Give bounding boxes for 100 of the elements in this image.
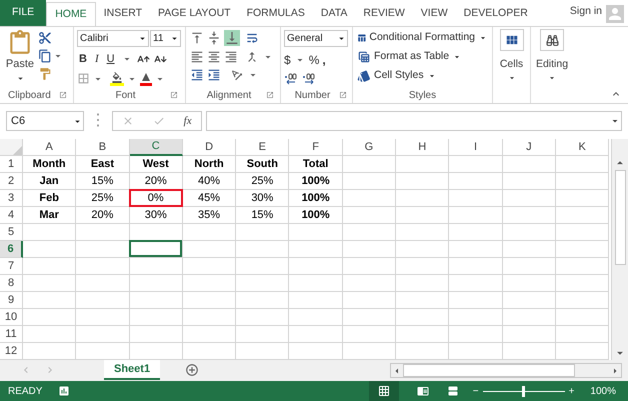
underline-button[interactable]: U: [104, 51, 117, 68]
table-cell: 25%: [76, 190, 130, 207]
table-cell: [396, 326, 450, 343]
ribbon-tab[interactable]: INSERT: [96, 2, 150, 26]
increase-decimal-icon[interactable]: [284, 73, 298, 85]
column-header[interactable]: G: [342, 139, 396, 156]
row-header[interactable]: 11: [0, 326, 23, 343]
table-cell: 100%: [289, 207, 343, 224]
table-cell: [449, 173, 503, 190]
decrease-decimal-icon[interactable]: [302, 73, 316, 85]
row-header[interactable]: 2: [0, 173, 23, 190]
column-header[interactable]: F: [289, 139, 343, 156]
macro-recording-icon[interactable]: [58, 385, 70, 397]
ribbon-tab[interactable]: DEVELOPER: [456, 2, 536, 26]
align-bottom-icon[interactable]: [224, 30, 240, 46]
row-header[interactable]: 3: [0, 190, 23, 207]
align-top-icon[interactable]: [190, 31, 204, 45]
percent-button[interactable]: %: [308, 51, 320, 69]
vertical-scrollbar[interactable]: [611, 139, 628, 360]
scrollbar-thumb[interactable]: [614, 170, 626, 265]
row-header[interactable]: 4: [0, 207, 23, 224]
ribbon-tab[interactable]: FORMULAS: [238, 2, 313, 26]
dialog-launcher-icon[interactable]: [338, 91, 347, 99]
increase-indent-icon[interactable]: [207, 68, 221, 82]
row-header[interactable]: 12: [0, 343, 23, 360]
align-middle-icon[interactable]: [207, 31, 221, 45]
fill-color-icon[interactable]: [110, 72, 124, 86]
row-header[interactable]: 8: [0, 275, 23, 292]
row-header[interactable]: 7: [0, 258, 23, 275]
table-cell: [236, 292, 290, 309]
ribbon-tab[interactable]: HOME: [46, 2, 96, 26]
italic-button[interactable]: I: [92, 51, 101, 68]
table-cell: [502, 241, 556, 258]
row-header[interactable]: 9: [0, 292, 23, 309]
table-cell: [342, 326, 396, 343]
column-header[interactable]: E: [236, 139, 290, 156]
cells-button[interactable]: Cells: [493, 27, 531, 103]
dialog-launcher-icon[interactable]: [59, 91, 67, 99]
row-header[interactable]: 1: [0, 156, 23, 173]
normal-view-icon[interactable]: [378, 385, 390, 397]
zoom-slider-thumb[interactable]: [522, 386, 526, 396]
cell-styles-button[interactable]: Cell Styles: [357, 67, 488, 84]
horizontal-scrollbar-thumb[interactable]: [403, 364, 575, 377]
horizontal-scrollbar[interactable]: [390, 363, 622, 378]
ribbon-tab[interactable]: VIEW: [412, 2, 456, 26]
table-cell: North: [182, 156, 236, 173]
column-header[interactable]: I: [449, 139, 503, 156]
column-header[interactable]: H: [396, 139, 450, 156]
table-cell: 0%: [130, 190, 183, 207]
ribbon-tab[interactable]: PAGE LAYOUT: [150, 2, 239, 26]
column-header[interactable]: A: [23, 139, 76, 156]
row-header[interactable]: 6: [0, 241, 23, 258]
table-cell: [76, 292, 130, 309]
zoom-in-button[interactable]: +: [568, 384, 574, 398]
table-cell: [182, 258, 236, 275]
font-size-field[interactable]: 11: [150, 30, 181, 47]
column-header[interactable]: K: [556, 139, 610, 156]
zoom-level[interactable]: 100%: [590, 384, 616, 398]
column-header[interactable]: C: [130, 139, 183, 156]
paste-button[interactable]: Paste: [2, 30, 38, 87]
orientation-icon[interactable]: [230, 68, 244, 82]
bold-button[interactable]: B: [77, 51, 89, 68]
align-right-icon[interactable]: [224, 50, 238, 64]
dialog-launcher-icon[interactable]: [266, 91, 274, 99]
number-format-field[interactable]: General: [284, 30, 348, 47]
sheet-tab[interactable]: Sheet1: [104, 360, 160, 380]
ribbon-tab[interactable]: REVIEW: [355, 2, 413, 26]
align-left-icon[interactable]: [190, 50, 204, 64]
add-sheet-icon[interactable]: [185, 363, 200, 377]
align-center-icon[interactable]: [207, 50, 221, 64]
font-name-field[interactable]: Calibri: [77, 30, 149, 47]
column-header[interactable]: J: [502, 139, 556, 156]
table-cell: [396, 156, 450, 173]
font-color-icon[interactable]: [140, 72, 152, 86]
name-box[interactable]: C6: [6, 111, 84, 131]
zoom-out-button[interactable]: −: [472, 384, 479, 398]
row-header[interactable]: 10: [0, 309, 23, 326]
comma-button[interactable]: ,: [322, 51, 326, 69]
table-cell: [556, 326, 610, 343]
column-header[interactable]: B: [76, 139, 130, 156]
file-tab[interactable]: FILE: [0, 0, 46, 26]
page-break-view-icon[interactable]: [446, 385, 459, 397]
ribbon-tab[interactable]: DATA: [312, 2, 356, 26]
decrease-indent-icon[interactable]: [190, 68, 204, 82]
currency-button[interactable]: $: [284, 51, 291, 69]
conditional-formatting-button[interactable]: Conditional Formatting: [357, 29, 488, 46]
wrap-text-icon[interactable]: [245, 31, 259, 45]
formula-input[interactable]: [206, 111, 622, 131]
cut-icon[interactable]: [38, 31, 52, 45]
insert-function-button[interactable]: fx: [184, 112, 192, 130]
column-header[interactable]: D: [182, 139, 236, 156]
dialog-launcher-icon[interactable]: [170, 91, 178, 99]
editing-button[interactable]: Editing: [531, 27, 573, 103]
copy-icon[interactable]: [38, 49, 52, 63]
page-layout-view-icon[interactable]: [416, 385, 429, 397]
table-cell: 35%: [182, 207, 236, 224]
row-header[interactable]: 5: [0, 224, 23, 241]
zoom-slider[interactable]: [482, 386, 565, 396]
format-as-table-button[interactable]: Format as Table: [357, 48, 488, 65]
sign-in-link[interactable]: Sign in: [570, 4, 602, 20]
